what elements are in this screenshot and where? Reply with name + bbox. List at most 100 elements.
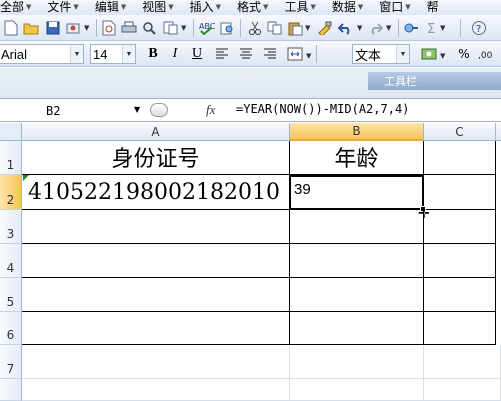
percent-button[interactable]: %	[455, 45, 473, 63]
row-header-7[interactable]: 7	[0, 345, 22, 379]
spelling-check-icon[interactable]: ABC	[198, 19, 216, 37]
cell-a3[interactable]	[22, 210, 290, 244]
row-header-2[interactable]: 2	[0, 175, 22, 210]
menu-format[interactable]: 格式 ▼	[237, 0, 284, 15]
align-right-icon[interactable]	[261, 45, 279, 63]
column-header-a[interactable]: A	[22, 123, 290, 141]
italic-button[interactable]: I	[166, 45, 184, 63]
cell-b6[interactable]	[290, 312, 424, 345]
chevron-down-icon[interactable]: ▼	[84, 24, 89, 32]
menu-tools[interactable]: 工具 ▼	[284, 0, 331, 15]
cell-a6[interactable]	[22, 312, 290, 345]
floating-toolbar-title[interactable]: 工具栏	[368, 72, 501, 90]
cell-c5[interactable]	[424, 278, 496, 312]
select-all-corner[interactable]	[0, 123, 22, 141]
cell-c6[interactable]	[424, 312, 496, 345]
toolbar-separator	[240, 19, 241, 37]
open-folder-icon[interactable]	[22, 19, 40, 37]
menu-window[interactable]: 窗口 ▼	[379, 0, 426, 15]
cell-b5[interactable]	[290, 278, 424, 312]
cell-a5[interactable]	[22, 278, 290, 312]
column-header-b[interactable]: B	[290, 123, 424, 141]
print-icon[interactable]	[120, 19, 138, 37]
cut-icon[interactable]	[246, 19, 264, 37]
comma-style-icon[interactable]: ,00	[478, 45, 496, 63]
cell-b2[interactable]: 39	[290, 175, 424, 210]
error-indicator-icon[interactable]	[23, 175, 29, 181]
cell-c1[interactable]	[424, 141, 496, 175]
formula-input[interactable]: =YEAR(NOW())-MID(A2,7,4)	[236, 102, 409, 116]
underline-button[interactable]: U	[188, 45, 206, 63]
row-header-3[interactable]: 3	[0, 210, 22, 244]
save-icon[interactable]	[44, 19, 62, 37]
row-header-4[interactable]: 4	[0, 244, 22, 278]
chevron-down-icon[interactable]: ▼	[386, 24, 391, 32]
bold-button[interactable]: B	[144, 45, 162, 63]
research-icon[interactable]	[218, 19, 236, 37]
cell-a4[interactable]	[22, 244, 290, 278]
hyperlink-icon[interactable]	[403, 19, 421, 37]
menu-data[interactable]: 数据 ▼	[332, 0, 379, 15]
paste-icon[interactable]	[286, 19, 304, 37]
currency-format-icon[interactable]	[420, 45, 438, 63]
help-icon[interactable]: ?	[470, 19, 488, 37]
chevron-down-icon[interactable]: ▼	[306, 52, 311, 60]
formula-bar-splitter[interactable]	[150, 103, 168, 117]
autosum-icon[interactable]: Σ	[423, 19, 441, 37]
column-header-c[interactable]: C	[424, 123, 496, 141]
align-center-icon[interactable]	[237, 45, 255, 63]
cell-b4[interactable]	[290, 244, 424, 278]
row-header-5[interactable]: 5	[0, 278, 22, 312]
undo-icon[interactable]	[337, 19, 355, 37]
chevron-down-icon[interactable]: ▼	[70, 45, 83, 63]
chevron-down-icon[interactable]: ▼	[440, 52, 445, 60]
cell-a1[interactable]: 身份证号	[22, 141, 290, 175]
new-file-icon[interactable]	[2, 19, 20, 37]
menu-file[interactable]: 文件 ▼	[47, 0, 94, 15]
chevron-down-icon: ▼	[263, 3, 269, 11]
format-painter-icon[interactable]	[316, 19, 334, 37]
chevron-down-icon[interactable]: ▼	[440, 24, 445, 32]
merge-center-icon[interactable]	[286, 45, 304, 63]
cell-b7[interactable]	[290, 345, 424, 379]
cell-c3[interactable]	[424, 210, 496, 244]
cell-b3[interactable]	[290, 210, 424, 244]
cell-c7[interactable]	[424, 345, 501, 379]
number-format-select[interactable]: 文本 ▼	[352, 44, 410, 64]
cell-a8[interactable]	[22, 379, 290, 401]
cell-c4[interactable]	[424, 244, 496, 278]
align-left-icon[interactable]	[213, 45, 231, 63]
menu-help[interactable]: 帮	[427, 0, 441, 15]
copy-icon[interactable]	[266, 19, 284, 37]
chevron-down-icon[interactable]: ▼	[396, 45, 409, 63]
chevron-down-icon[interactable]: ▼	[305, 24, 310, 32]
chevron-down-icon[interactable]: ▼	[122, 45, 135, 63]
cell-b8[interactable]	[290, 379, 424, 401]
copy-format-icon[interactable]	[162, 19, 180, 37]
menu-bar: 全部 ▼ 文件 ▼ 编辑 ▼ 视图 ▼ 插入 ▼ 格式 ▼ 工具 ▼ 数据 ▼ 窗口 ▼ 帮	[0, 0, 501, 15]
menu-view[interactable]: 视图 ▼	[142, 0, 189, 15]
font-name-select[interactable]: Arial ▼	[0, 44, 84, 64]
row-header-6[interactable]: 6	[0, 312, 22, 345]
cell-a7[interactable]	[22, 345, 290, 379]
cell-b1[interactable]: 年龄	[290, 141, 424, 175]
column-header-d[interactable]	[496, 123, 501, 141]
cell-c2[interactable]	[424, 175, 496, 210]
font-size-select[interactable]: 14 ▼	[90, 44, 136, 64]
chevron-down-icon[interactable]: ▼	[357, 24, 362, 32]
search-icon[interactable]	[140, 19, 158, 37]
cell-a2[interactable]: 410522198002182010	[22, 175, 290, 210]
chevron-down-icon[interactable]: ▼	[181, 24, 186, 32]
permission-icon[interactable]	[64, 19, 82, 37]
redo-icon[interactable]	[366, 19, 384, 37]
chevron-down-icon[interactable]: ▼	[134, 105, 140, 114]
print-preview-icon[interactable]	[100, 19, 118, 37]
menu-insert[interactable]: 插入 ▼	[190, 0, 237, 15]
name-box[interactable]: B2	[0, 101, 145, 120]
row-header-1[interactable]: 1	[0, 141, 22, 175]
menu-all[interactable]: 全部 ▼	[0, 0, 47, 15]
row-header-8[interactable]	[0, 379, 22, 401]
menu-edit[interactable]: 编辑 ▼	[95, 0, 142, 15]
insert-function-icon[interactable]: fx	[206, 102, 215, 118]
cell-c8[interactable]	[424, 379, 501, 401]
